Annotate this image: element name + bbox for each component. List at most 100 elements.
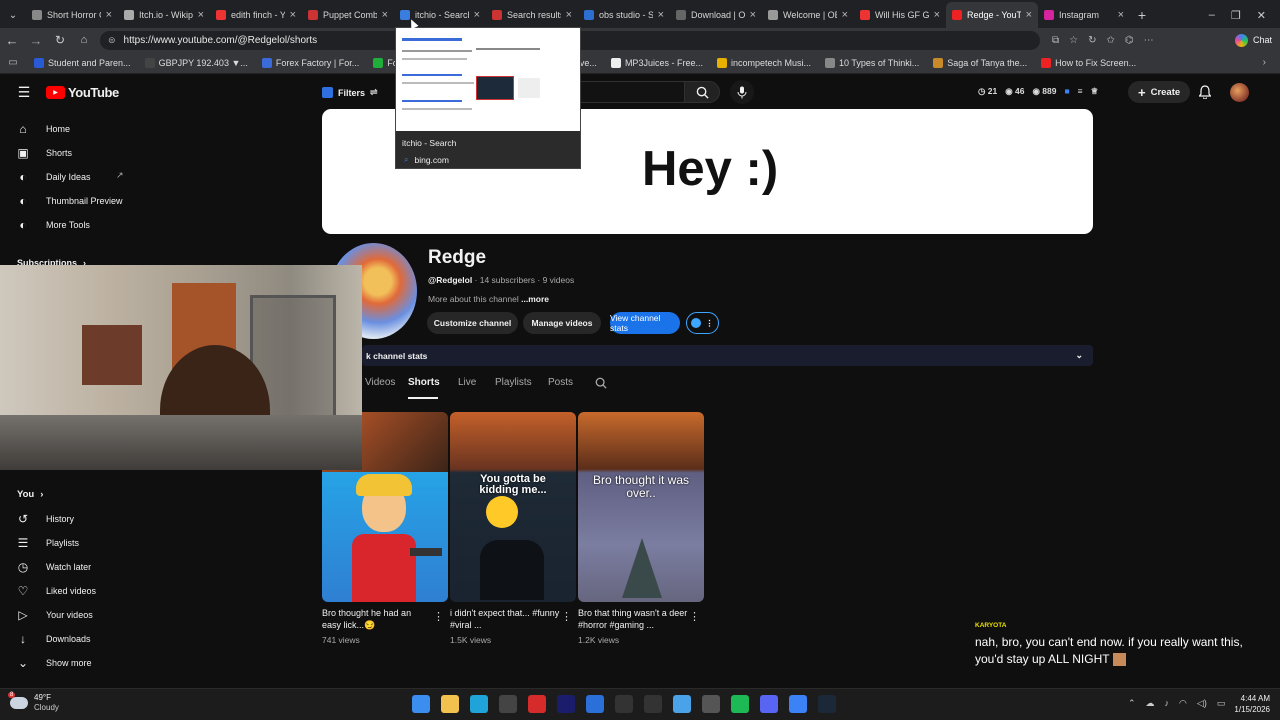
forward-icon[interactable]: →: [24, 33, 48, 48]
tab-close-icon[interactable]: ×: [1026, 9, 1032, 21]
window-controls[interactable]: – ❐ ✕: [1209, 2, 1280, 28]
spotify-icon[interactable]: [731, 695, 749, 713]
tab-close-icon[interactable]: ×: [290, 9, 296, 21]
figma-icon[interactable]: [644, 695, 662, 713]
browser-tab[interactable]: Short Horror G ×: [26, 2, 118, 28]
create-button[interactable]: + Create: [1128, 81, 1191, 103]
tab-close-icon[interactable]: ×: [106, 9, 112, 21]
premiere-icon[interactable]: [557, 695, 575, 713]
tab-close-icon[interactable]: ×: [198, 9, 204, 21]
minimize-icon[interactable]: –: [1209, 9, 1215, 21]
tab-close-icon[interactable]: ×: [842, 9, 848, 21]
short-title-3[interactable]: Bro that thing wasn't a deer #horror #ga…: [578, 607, 688, 631]
browser-tab[interactable]: edith finch - Yo ×: [210, 2, 302, 28]
sidebar-you-item[interactable]: ◷ Watch later: [16, 560, 91, 574]
close-window-icon[interactable]: ✕: [1257, 9, 1266, 22]
weather-widget[interactable]: 8 49°F Cloudy: [8, 692, 59, 713]
tab-shorts[interactable]: Shorts: [408, 377, 440, 388]
tab-videos[interactable]: Videos: [365, 377, 395, 388]
manage-videos-button[interactable]: Manage videos: [523, 312, 601, 334]
favorites-icon[interactable]: ✩: [1107, 35, 1115, 46]
url-text[interactable]: https://www.youtube.com/@Redgelol/shorts: [124, 35, 318, 46]
more-bookmarks-icon[interactable]: ›: [1263, 57, 1266, 68]
tab-close-icon[interactable]: ×: [1118, 9, 1124, 21]
hamburger-menu-icon[interactable]: ☰: [16, 84, 32, 100]
view-channel-stats-button[interactable]: View channel stats: [610, 312, 680, 334]
stats-extension-button[interactable]: ⋮: [686, 312, 719, 334]
sidebar-you-item[interactable]: ▷ Your videos: [16, 608, 92, 622]
tab-close-icon[interactable]: ×: [474, 9, 480, 21]
bookmark-item[interactable]: incompetech Musi...: [716, 57, 811, 68]
extension-stats[interactable]: ◷ 21 ◉ 46 ◉ 889 ■ ≡ ♕: [978, 86, 1098, 97]
file-explorer-icon[interactable]: [441, 695, 459, 713]
browser-tab[interactable]: Instagram ×: [1038, 2, 1130, 28]
refresh-extension-icon[interactable]: ↻: [1088, 35, 1096, 46]
sidebar-item[interactable]: ◐ More Tools: [16, 218, 89, 232]
notes-icon[interactable]: [789, 695, 807, 713]
browser-tab[interactable]: itchio - Search ×: [394, 2, 486, 28]
sidebar-item[interactable]: ◐ Thumbnail Preview: [16, 194, 122, 208]
edge-icon[interactable]: [470, 695, 488, 713]
wifi-icon[interactable]: ◠: [1179, 698, 1187, 709]
channel-about[interactable]: More about this channel ...more: [428, 294, 549, 304]
bookmark-item[interactable]: Forex Factory | For...: [261, 57, 359, 68]
extension-icon[interactable]: ⧉: [1052, 35, 1059, 46]
browser-tab[interactable]: Download | OB ×: [670, 2, 762, 28]
browser-tab[interactable]: Puppet Combo ×: [302, 2, 394, 28]
bookmark-item[interactable]: Saga of Tanya the...: [933, 57, 1027, 68]
more-link[interactable]: ...more: [521, 294, 549, 304]
search-box[interactable]: [580, 81, 684, 103]
sidebar-item[interactable]: ▣ Shorts: [16, 146, 72, 160]
tab-search-icon[interactable]: ⌄: [0, 2, 26, 28]
browser-tab[interactable]: obs studio - Se ×: [578, 2, 670, 28]
bookmark-star-icon[interactable]: ☆: [1069, 35, 1078, 46]
short-title-1[interactable]: Bro thought he had an easy lick...😏: [322, 607, 432, 631]
tab-live[interactable]: Live: [458, 377, 476, 388]
sidebar-you-item[interactable]: ↓ Downloads: [16, 632, 91, 646]
store-icon[interactable]: [499, 695, 517, 713]
tab-close-icon[interactable]: ×: [934, 9, 940, 21]
word-icon[interactable]: [586, 695, 604, 713]
obs-icon[interactable]: [615, 695, 633, 713]
customize-channel-button[interactable]: Customize channel: [427, 312, 518, 334]
sidebar-item[interactable]: ⌂ Home: [16, 122, 70, 136]
notifications-bell-icon[interactable]: [1198, 84, 1212, 100]
bookmark-item[interactable]: 10 Types of Thinki...: [825, 57, 919, 68]
youtube-logo[interactable]: ▶ YouTube: [46, 85, 119, 100]
sidebar-item[interactable]: ◐ Daily Ideas: [16, 170, 90, 184]
bookmark-item[interactable]: Student and Paren...: [34, 57, 131, 68]
sidebar-you-item[interactable]: ⌄ Show more: [16, 656, 92, 670]
sidebar-you-item[interactable]: ☰ Playlists: [16, 536, 79, 550]
tab-posts[interactable]: Posts: [548, 377, 573, 388]
start-icon[interactable]: [412, 695, 430, 713]
volume-icon[interactable]: ◁): [1197, 698, 1207, 709]
steam-icon[interactable]: [818, 695, 836, 713]
new-tab-button[interactable]: +: [1130, 2, 1154, 28]
home-icon[interactable]: ⌂: [72, 34, 96, 46]
tab-close-icon[interactable]: ×: [658, 9, 664, 21]
back-icon[interactable]: ←: [0, 33, 24, 48]
maximize-icon[interactable]: ❐: [1231, 9, 1241, 22]
sidebar-toggle-icon[interactable]: ▭: [0, 57, 26, 68]
bookmark-item[interactable]: MP3Juices - Free...: [610, 57, 703, 68]
account-avatar[interactable]: [1230, 83, 1249, 102]
short-menu-icon-2[interactable]: ⋮: [561, 610, 572, 623]
short-menu-icon-1[interactable]: ⋮: [433, 610, 444, 623]
tab-close-icon[interactable]: ×: [382, 9, 388, 21]
browser-tab[interactable]: Redge - YouTub ×: [946, 2, 1038, 28]
filters-button[interactable]: Filters ⇌: [322, 84, 378, 101]
notepad-icon[interactable]: [673, 695, 691, 713]
collections-icon[interactable]: ⌬: [1125, 35, 1134, 46]
bookmark-item[interactable]: GBPJPY 192.403 ▼...: [144, 57, 248, 68]
browser-tab[interactable]: Search results f ×: [486, 2, 578, 28]
channel-stats-bar[interactable]: k channel stats ⌄: [362, 345, 1093, 366]
bookmark-item[interactable]: How to Fix Screen...: [1041, 57, 1136, 68]
browser-tab[interactable]: Will His GF Get ×: [854, 2, 946, 28]
site-info-icon[interactable]: ⊜: [108, 35, 116, 46]
channel-search-icon[interactable]: [595, 377, 607, 392]
discord-icon[interactable]: [760, 695, 778, 713]
tab-playlists[interactable]: Playlists: [495, 377, 532, 388]
copilot-chat-button[interactable]: Chat: [1234, 33, 1272, 47]
search-button[interactable]: [684, 81, 720, 103]
browser-tab[interactable]: Welcome | OBS ×: [762, 2, 854, 28]
